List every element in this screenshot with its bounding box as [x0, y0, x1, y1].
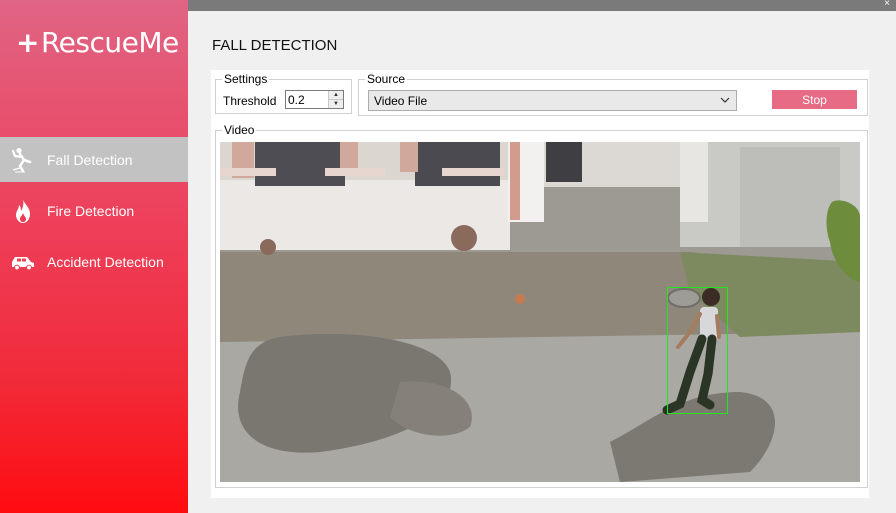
car-crash-icon: [10, 249, 36, 275]
flame-icon: [10, 198, 36, 224]
stepper-up-icon[interactable]: ▲: [329, 91, 343, 99]
nav-item-fire-detection[interactable]: Fire Detection: [0, 188, 188, 233]
source-select[interactable]: Video File: [368, 90, 737, 111]
detection-box: [667, 287, 728, 414]
chevron-down-icon: [720, 97, 730, 103]
falling-person-icon: [10, 147, 36, 173]
stepper-down-icon[interactable]: ▼: [329, 99, 343, 108]
page-title: FALL DETECTION: [212, 37, 338, 54]
settings-legend: Settings: [222, 72, 270, 86]
video-scene: [220, 142, 860, 482]
source-legend: Source: [365, 72, 408, 86]
nav-item-fall-detection[interactable]: Fall Detection: [0, 137, 188, 182]
video-frame: [220, 142, 860, 482]
nav-label-fall-detection: Fall Detection: [47, 151, 133, 168]
threshold-stepper[interactable]: 0.2 ▲ ▼: [285, 90, 344, 109]
app-logo: +RescueMe: [16, 26, 179, 59]
stepper-buttons: ▲ ▼: [328, 91, 343, 108]
close-icon[interactable]: ×: [884, 0, 890, 11]
title-bar: ×: [188, 0, 896, 11]
app-name: RescueMe: [40, 26, 179, 59]
nav-item-accident-detection[interactable]: Accident Detection: [0, 239, 188, 284]
threshold-label: Threshold: [223, 94, 277, 108]
nav-label-accident-detection: Accident Detection: [47, 253, 164, 270]
sidebar: +RescueMe Fall Detection Fire Detection: [0, 0, 188, 513]
source-selected-value: Video File: [374, 94, 428, 108]
nav-label-fire-detection: Fire Detection: [47, 202, 135, 219]
video-legend: Video: [222, 123, 257, 137]
stop-button[interactable]: Stop: [772, 90, 857, 109]
threshold-value: 0.2: [288, 93, 305, 107]
plus-icon: +: [16, 26, 39, 59]
